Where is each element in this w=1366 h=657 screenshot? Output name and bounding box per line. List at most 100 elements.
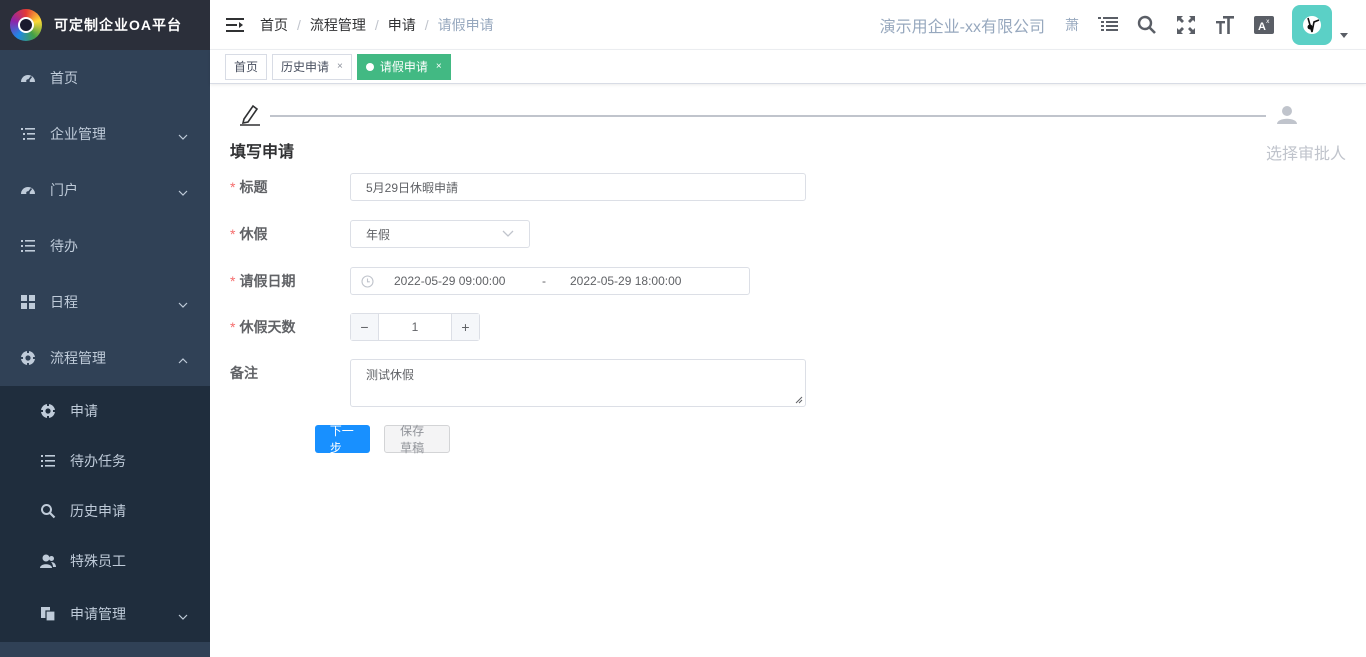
search-icon[interactable] (1136, 14, 1158, 36)
step-title-approver: 选择审批人 (1266, 146, 1347, 163)
tag-label: 历史申请 (281, 60, 330, 74)
breadcrumb-separator: / (374, 16, 379, 33)
brand-title: 可定制企业OA平台 (54, 17, 182, 33)
svg-text:x: x (1266, 18, 1270, 25)
sidebar-item-apply-manage[interactable]: 申请管理 (0, 586, 210, 642)
sidebar-item-history[interactable]: 历史申请 (0, 486, 210, 536)
sidebar-item-todo[interactable]: 待办 (0, 218, 210, 274)
avatar-icon (1303, 16, 1321, 34)
sidebar-item-todo-tasks[interactable]: 待办任务 (0, 436, 210, 486)
breadcrumb: 首页 / 流程管理 / 申请 / 请假申请 (260, 15, 494, 35)
edit-icon (238, 102, 262, 129)
form-row-remark: 备注 测试休假 (230, 359, 806, 407)
sidebar-item-label: 特殊员工 (70, 553, 126, 569)
sidebar-item-label: 申请管理 (70, 606, 126, 622)
date-end[interactable]: 2022-05-29 18:00:00 (570, 274, 681, 288)
logo-icon (10, 9, 42, 41)
breadcrumb-home[interactable]: 首页 (260, 15, 288, 35)
breadcrumb-current: 请假申请 (437, 16, 494, 33)
sidebar-item-workflow[interactable]: 流程管理 (0, 330, 210, 386)
breadcrumb-workflow[interactable]: 流程管理 (310, 15, 366, 35)
decrement-button[interactable]: − (351, 314, 379, 340)
list-icon (40, 453, 56, 469)
chevron-down-icon (178, 297, 188, 313)
sidebar: 可定制企业OA平台 首页 企业管理 门户 待办 日程 流程管理 申请 待办任务 … (0, 0, 210, 657)
chevron-up-icon (178, 353, 188, 369)
fullscreen-icon[interactable] (1175, 14, 1197, 36)
form-row-date: * 请假日期 2022-05-29 09:00:00 - 2022-05-29 1… (230, 267, 750, 295)
close-icon[interactable]: × (436, 61, 442, 72)
date-start[interactable]: 2022-05-29 09:00:00 (394, 274, 524, 288)
brand[interactable]: 可定制企业OA平台 (0, 0, 210, 50)
tags-view: 首页 历史申请 × 请假申请 × (210, 50, 1366, 84)
chevron-down-icon (178, 129, 188, 145)
sidebar-item-portal[interactable]: 门户 (0, 162, 210, 218)
active-dot-icon (365, 62, 374, 71)
resize-grip-icon[interactable] (795, 396, 803, 404)
tag-home[interactable]: 首页 (225, 53, 268, 80)
sidebar-item-home[interactable]: 首页 (0, 50, 210, 106)
main-content: 填写申请 选择审批人 * 标题 5月29日休暇申請 * 休假 年假 * 请假日期 20… (210, 84, 1366, 657)
tag-label: 首页 (234, 60, 259, 74)
step-line (270, 115, 1266, 117)
list-icon (20, 126, 36, 142)
tag-history[interactable]: 历史申请 × (272, 53, 352, 80)
close-icon[interactable]: × (337, 61, 343, 72)
title-input[interactable]: 5月29日休暇申請 (350, 173, 806, 201)
date-label: * 请假日期 (230, 273, 296, 289)
sidebar-item-enterprise[interactable]: 企业管理 (0, 106, 210, 162)
sidebar-item-label: 待办任务 (70, 453, 126, 469)
avatar[interactable] (1292, 5, 1332, 45)
translate-icon[interactable]: Ax (1253, 14, 1275, 36)
days-stepper[interactable]: − 1 + (350, 313, 480, 341)
sidebar-item-label: 首页 (50, 70, 78, 86)
step-title-fill: 填写申请 (230, 144, 295, 161)
right-menu: 演示用企业-xx有限公司 萧 Ax (880, 0, 1348, 50)
company-name[interactable]: 演示用企业-xx有限公司 (880, 13, 1045, 37)
list-icon (20, 238, 36, 254)
hamburger-button[interactable] (210, 0, 260, 50)
language-char[interactable]: 萧 (1065, 15, 1079, 35)
breadcrumb-separator: / (297, 16, 301, 33)
sidebar-item-label: 日程 (50, 294, 78, 310)
increment-button[interactable]: + (451, 314, 479, 340)
svg-text:A: A (1258, 21, 1266, 33)
workflow-submenu: 申请 待办任务 历史申请 特殊员工 申请管理 (0, 386, 210, 642)
days-value[interactable]: 1 (379, 320, 451, 334)
sidebar-item-special-staff[interactable]: 特殊员工 (0, 536, 210, 586)
leave-type-select[interactable]: 年假 (350, 220, 530, 248)
dashboard-icon (20, 182, 36, 198)
sidebar-item-apply[interactable]: 申请 (0, 386, 210, 436)
days-label: * 休假天数 (230, 319, 296, 335)
sidebar-item-label: 流程管理 (50, 350, 106, 366)
tree-list-icon[interactable] (1097, 14, 1119, 36)
search-icon (40, 503, 56, 519)
sidebar-item-label: 待办 (50, 238, 78, 254)
sidebar-item-label: 企业管理 (50, 126, 106, 142)
next-step-button[interactable]: 下一步 (314, 424, 371, 455)
grid-icon (20, 294, 36, 310)
form-row-title: * 标题 5月29日休暇申請 (230, 173, 806, 201)
tag-label: 请假申请 (379, 60, 428, 74)
tag-leave-apply[interactable]: 请假申请 × (356, 53, 451, 80)
gear-icon (20, 350, 36, 366)
date-range-picker[interactable]: 2022-05-29 09:00:00 - 2022-05-29 18:00:0… (350, 267, 750, 295)
sidebar-item-label: 门户 (50, 182, 78, 198)
chevron-down-icon (178, 609, 188, 625)
menu-fold-icon (226, 17, 244, 32)
remark-textarea[interactable]: 测试休假 (350, 359, 806, 407)
sidebar-item-label: 申请 (70, 403, 98, 419)
steps: 填写申请 选择审批人 (230, 102, 1366, 163)
remark-label: 备注 (230, 365, 258, 381)
caret-down-icon[interactable] (1340, 27, 1348, 42)
title-label: * 标题 (230, 179, 268, 195)
form-row-leave: * 休假 年假 (230, 220, 530, 248)
save-draft-button[interactable]: 保存草稿 (384, 424, 451, 455)
clock-icon (361, 274, 374, 288)
sidebar-item-schedule[interactable]: 日程 (0, 274, 210, 330)
breadcrumb-apply[interactable]: 申请 (388, 15, 416, 35)
user-icon (1276, 104, 1298, 129)
form-actions: 下一步 保存草稿 (230, 424, 451, 455)
font-size-icon[interactable] (1214, 14, 1236, 36)
users-icon (40, 553, 56, 569)
